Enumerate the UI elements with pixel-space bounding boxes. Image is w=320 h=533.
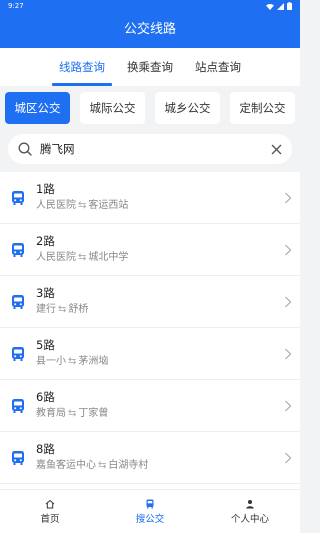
bus-icon: [12, 346, 24, 361]
search-box: 腾飞网: [8, 134, 292, 164]
route-to: 客运西站: [88, 200, 129, 211]
bus-icon: [12, 242, 24, 257]
category-rural-bus[interactable]: 城乡公交: [155, 92, 220, 124]
route-row[interactable]: 1路 人民医院 ⇆ 客运西站: [0, 172, 300, 224]
route-from: 人民医院: [36, 252, 76, 263]
chevron-right-icon: [285, 296, 292, 307]
bus-icon: [12, 398, 24, 413]
search-icon: [18, 142, 32, 156]
nav-search-bus-label: 搜公交: [135, 513, 165, 525]
chevron-right-icon: [285, 348, 292, 359]
tab-transfer-query[interactable]: 换乘查询: [116, 48, 184, 86]
chevron-right-icon: [285, 452, 292, 463]
route-to: 城北中学: [88, 252, 129, 263]
chevron-right-icon: [285, 400, 292, 411]
nav-search-bus[interactable]: 搜公交: [100, 490, 200, 533]
category-custom-bus[interactable]: 定制公交: [230, 92, 295, 124]
swap-arrows-icon: ⇆: [68, 356, 77, 367]
route-row[interactable]: 3路 建行 ⇆ 舒桥: [0, 276, 300, 328]
swap-arrows-icon: ⇆: [58, 304, 67, 315]
wifi-icon: [266, 3, 274, 10]
route-row[interactable]: 5路 县一小 ⇆ 茅洲垴: [0, 328, 300, 380]
chevron-right-icon: [285, 244, 292, 255]
route-from: 建行: [36, 304, 56, 315]
route-name: 1路: [36, 182, 55, 196]
route-name: 6路: [36, 390, 55, 404]
swap-arrows-icon: ⇆: [98, 460, 107, 471]
route-row[interactable]: 8路 嘉鱼客运中心 ⇆ 白湖寺村: [0, 432, 300, 484]
nav-profile-label: 个人中心: [230, 513, 269, 525]
bus-icon: [12, 450, 24, 465]
route-to: 舒桥: [68, 304, 89, 315]
query-tabs: 线路查询 换乘查询 站点查询: [0, 48, 300, 86]
route-from: 嘉鱼客运中心: [36, 460, 96, 471]
route-row[interactable]: 6路 教育局 ⇆ 丁家曾: [0, 380, 300, 432]
route-from: 人民医院: [36, 200, 76, 211]
bus-icon: [12, 190, 24, 205]
status-icons: [266, 2, 292, 10]
bus-icon: [146, 499, 154, 508]
route-row[interactable]: 2路 人民医院 ⇆ 城北中学: [0, 224, 300, 276]
category-intercity-bus[interactable]: 城际公交: [80, 92, 145, 124]
route-name: 2路: [36, 234, 55, 248]
bus-category-bar: 城区公交 城际公交 城乡公交 定制公交: [5, 92, 295, 124]
user-icon: [246, 499, 254, 508]
search-input[interactable]: 腾飞网: [40, 141, 271, 157]
route-name: 5路: [36, 338, 55, 352]
swap-arrows-icon: ⇆: [78, 200, 87, 211]
page-title: 公交线路: [123, 22, 176, 37]
clear-icon[interactable]: [271, 144, 282, 155]
route-to: 丁家曾: [78, 408, 109, 419]
route-from: 县一小: [36, 356, 66, 367]
bottom-nav: 首页 搜公交 个人中心: [0, 489, 300, 533]
route-name: 3路: [36, 286, 55, 300]
signal-icon: [277, 2, 284, 10]
status-bar: 9:27: [0, 0, 300, 12]
home-icon: [45, 499, 55, 508]
nav-home[interactable]: 首页: [0, 490, 100, 533]
status-time: 9:27: [8, 2, 24, 10]
nav-profile[interactable]: 个人中心: [200, 490, 300, 533]
route-list: 1路 人民医院 ⇆ 客运西站 2路 人民医院 ⇆ 城北中学 3路 建行 ⇆ 舒桥 5路 县一…: [0, 172, 300, 489]
route-from: 教育局: [36, 408, 66, 419]
chevron-right-icon: [285, 192, 292, 203]
bus-icon: [12, 294, 24, 309]
route-to: 茅洲垴: [78, 356, 109, 367]
swap-arrows-icon: ⇆: [68, 408, 77, 419]
battery-icon: [287, 2, 292, 10]
route-to: 白湖寺村: [108, 460, 149, 471]
swap-arrows-icon: ⇆: [78, 252, 87, 263]
app-header: 9:27 公交线路: [0, 0, 300, 48]
category-urban-bus[interactable]: 城区公交: [5, 92, 70, 124]
tab-line-query[interactable]: 线路查询: [48, 48, 116, 86]
tab-stop-query[interactable]: 站点查询: [184, 48, 252, 86]
route-name: 8路: [36, 442, 55, 456]
nav-home-label: 首页: [40, 513, 60, 525]
